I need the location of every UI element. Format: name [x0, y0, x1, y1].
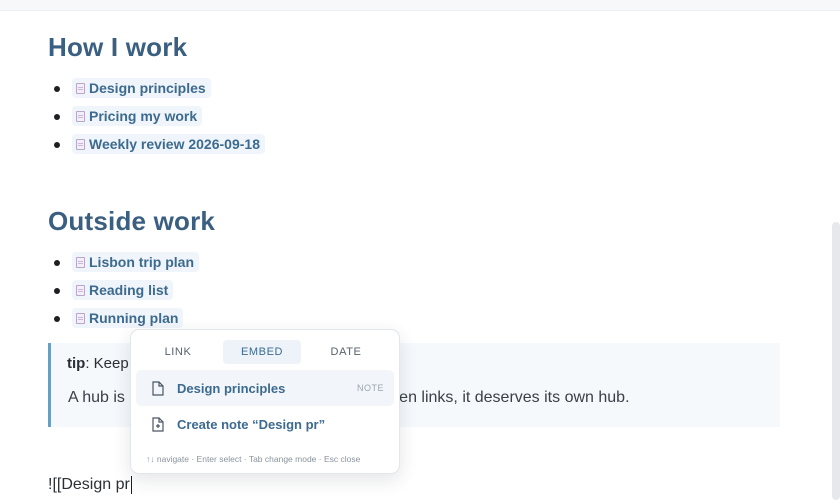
create-note-label: Create note “Design pr” — [177, 416, 326, 432]
top-toolbar-strip — [0, 0, 840, 11]
section-heading-how-i-work: How I work — [48, 32, 188, 62]
list-item: Pricing my work — [48, 102, 265, 130]
list-item: Design principles — [48, 74, 265, 102]
tab-embed[interactable]: EMBED — [223, 340, 301, 364]
bullet — [54, 288, 60, 294]
note-link[interactable]: Pricing my work — [72, 106, 203, 126]
document-icon — [76, 312, 85, 324]
document-icon — [76, 284, 85, 296]
note-link[interactable]: Running plan — [72, 308, 184, 328]
section-heading-outside-work: Outside work — [48, 206, 216, 236]
bullet — [54, 260, 60, 266]
document-icon — [149, 379, 167, 397]
note-link[interactable]: Lisbon trip plan — [72, 252, 199, 272]
tab-date[interactable]: DATE — [307, 340, 385, 364]
list-item: Weekly review 2026-09-18 — [48, 130, 265, 158]
link-list-outside-work: Lisbon trip plan Reading list Running pl… — [48, 248, 199, 332]
popup-mode-tabs: LINK EMBED DATE — [139, 340, 385, 364]
text-caret — [130, 476, 132, 494]
scrollbar[interactable] — [832, 222, 840, 500]
editor-current-line[interactable]: ![[Design pr — [48, 476, 132, 494]
bullet — [54, 114, 60, 120]
document-icon — [76, 138, 85, 150]
bullet — [54, 142, 60, 148]
suggestion-design-principles[interactable]: Design principles NOTE — [136, 370, 394, 406]
tab-link[interactable]: LINK — [139, 340, 217, 364]
link-list-how-i-work: Design principles Pricing my work Weekly… — [48, 74, 265, 158]
create-note-option[interactable]: Create note “Design pr” — [136, 406, 394, 442]
document-icon — [76, 256, 85, 268]
document-icon — [76, 110, 85, 122]
list-item: Lisbon trip plan — [48, 248, 199, 276]
keyboard-hint: ↑↓ navigate · Enter select · Tab change … — [146, 454, 361, 464]
document-icon — [76, 82, 85, 94]
suggestion-label: Design principles — [177, 380, 286, 396]
suggestion-type-tag: NOTE — [356, 383, 384, 393]
note-link[interactable]: Reading list — [72, 280, 174, 300]
callout-label: tip — [67, 355, 86, 372]
link-suggest-popup: LINK EMBED DATE Design principles NOTE C… — [130, 329, 400, 474]
bullet — [54, 86, 60, 92]
list-item: Running plan — [48, 304, 199, 332]
note-link[interactable]: Design principles — [72, 78, 211, 98]
bullet — [54, 316, 60, 322]
new-document-icon — [149, 415, 167, 433]
note-link[interactable]: Weekly review 2026-09-18 — [72, 134, 265, 154]
list-item: Reading list — [48, 276, 199, 304]
